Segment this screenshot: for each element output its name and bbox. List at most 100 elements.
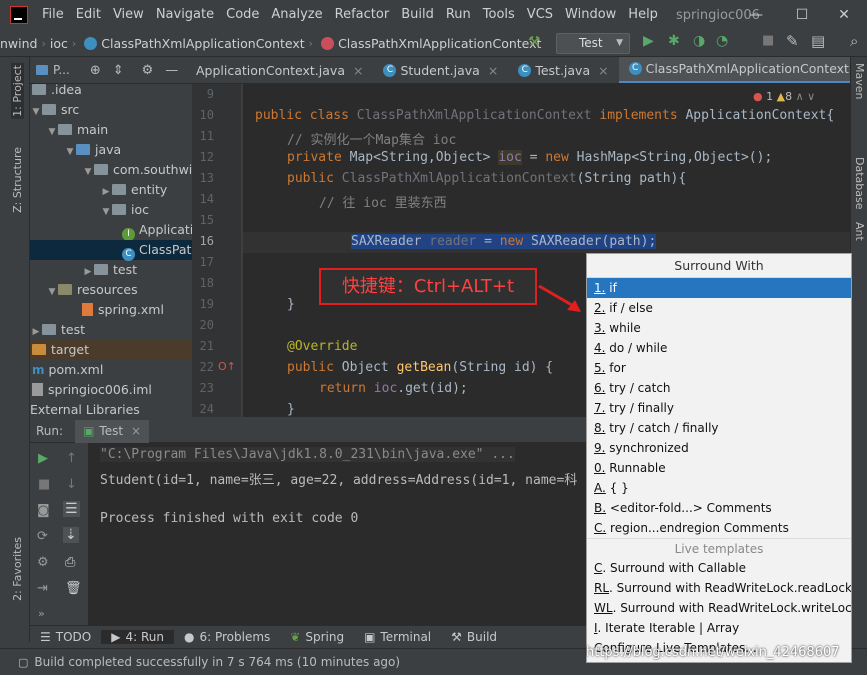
- chevron-down-icon[interactable]: ▼: [82, 162, 94, 182]
- surround-option-try-catch-finally[interactable]: 8. try / catch / finally: [587, 418, 851, 438]
- menu-file[interactable]: File: [36, 0, 70, 30]
- surround-option-while[interactable]: 3. while: [587, 318, 851, 338]
- breadcrumb-ioc[interactable]: ioc: [50, 36, 68, 51]
- run-config-dropdown[interactable]: Test ▼: [556, 33, 630, 54]
- folder-structure-icon[interactable]: ▤: [811, 32, 825, 50]
- menu-build[interactable]: Build: [395, 0, 440, 30]
- tree-item-resources[interactable]: ▼ resources: [30, 280, 192, 300]
- tree-item-main[interactable]: ▼ main: [30, 120, 192, 140]
- trash-icon[interactable]: 🗑: [65, 581, 82, 596]
- chevron-down-icon[interactable]: ▼: [100, 202, 112, 222]
- project-tool-button[interactable]: 1: Project: [11, 63, 24, 119]
- coverage-icon[interactable]: ◑: [693, 33, 705, 49]
- tree-item-external-libraries[interactable]: External Libraries: [30, 400, 192, 417]
- tree-item-target[interactable]: ▶target: [30, 340, 192, 360]
- maven-tool-button[interactable]: Maven: [853, 63, 866, 99]
- chevron-right-icon[interactable]: ▶: [82, 262, 94, 282]
- menu-help[interactable]: Help: [622, 0, 664, 30]
- chevron-down-icon[interactable]: ▼: [30, 102, 42, 122]
- menu-vcs[interactable]: VCS: [521, 0, 559, 30]
- menu-analyze[interactable]: Analyze: [265, 0, 328, 30]
- run-icon[interactable]: ▶: [643, 33, 654, 49]
- breadcrumb-class[interactable]: ClassPathXmlApplicationContext: [80, 36, 305, 51]
- tree-item-java[interactable]: ▼ java: [30, 140, 192, 160]
- chevron-down-icon[interactable]: ▼: [46, 282, 58, 302]
- chevron-down-icon[interactable]: ▼: [46, 122, 58, 142]
- tool-tab-problems[interactable]: ● 6: Problems: [174, 630, 280, 644]
- intellij-app-icon[interactable]: [10, 6, 28, 24]
- surround-option-synchronized[interactable]: 9. synchronized: [587, 438, 851, 458]
- structure-tool-button[interactable]: Z: Structure: [11, 147, 24, 213]
- ant-tool-button[interactable]: Ant: [853, 222, 866, 241]
- menu-code[interactable]: Code: [220, 0, 265, 30]
- scroll-down-icon[interactable]: ↓: [66, 477, 77, 492]
- stop-icon[interactable]: ■: [38, 477, 50, 492]
- tree-item-application-context[interactable]: I Applicati: [30, 220, 192, 241]
- live-template-iterate[interactable]: I. Iterate Iterable | Array: [587, 618, 851, 638]
- chevron-down-icon[interactable]: ▼: [64, 142, 76, 162]
- tree-item-idea[interactable]: .idea: [30, 80, 192, 100]
- favorites-tool-button[interactable]: 2: Favorites: [11, 537, 24, 601]
- close-icon[interactable]: ×: [598, 63, 608, 78]
- run-tab-test[interactable]: ▣ Test ×: [75, 419, 150, 443]
- debug-icon[interactable]: ✱: [668, 33, 680, 49]
- project-view-dropdown[interactable]: P...: [53, 63, 70, 77]
- hide-icon[interactable]: —: [165, 63, 178, 78]
- tree-item-spring-xml[interactable]: spring.xml: [30, 300, 192, 320]
- maximize-icon[interactable]: ☐: [779, 0, 825, 30]
- surround-option-braces[interactable]: A. { }: [587, 478, 851, 498]
- tree-item-com-southwind[interactable]: ▼com.southwind: [30, 160, 192, 180]
- surround-option-try-catch[interactable]: 6. try / catch: [587, 378, 851, 398]
- close-icon[interactable]: ×: [488, 63, 498, 78]
- menu-window[interactable]: Window: [559, 0, 622, 30]
- menu-navigate[interactable]: Navigate: [150, 0, 220, 30]
- tree-item-src[interactable]: ▼ src: [30, 100, 192, 120]
- live-template-readlock[interactable]: RL. Surround with ReadWriteLock.readLock: [587, 578, 851, 598]
- live-template-callable[interactable]: C. Surround with Callable: [587, 558, 851, 578]
- surround-option-runnable[interactable]: 0. Runnable: [587, 458, 851, 478]
- tool-tab-build[interactable]: ⚒ Build: [441, 630, 507, 644]
- menu-view[interactable]: View: [107, 0, 150, 30]
- live-template-writelock[interactable]: WL. Surround with ReadWriteLock.writeLoc…: [587, 598, 851, 618]
- tool-tab-todo[interactable]: ☰ TODO: [30, 630, 101, 644]
- scroll-to-end-icon[interactable]: ⇣: [63, 527, 79, 543]
- tree-item-iml[interactable]: springioc006.iml: [30, 380, 192, 400]
- more-icon[interactable]: »: [38, 607, 45, 620]
- surround-option-try-finally[interactable]: 7. try / finally: [587, 398, 851, 418]
- tree-item-test[interactable]: ▶ test: [30, 320, 192, 340]
- close-icon[interactable]: ✕: [821, 0, 867, 30]
- minimize-icon[interactable]: —: [733, 0, 779, 30]
- tab-classpath-context[interactable]: CClassPathXmlApplicationContext.java×: [618, 57, 850, 83]
- close-icon[interactable]: ×: [353, 63, 363, 78]
- tab-test[interactable]: C Test.java ×: [508, 57, 618, 83]
- settings-icon[interactable]: ⚙: [37, 555, 49, 570]
- menu-run[interactable]: Run: [440, 0, 477, 30]
- soft-wrap-icon[interactable]: ☰: [63, 501, 80, 517]
- tree-item-test-pkg[interactable]: ▶ test: [30, 260, 192, 280]
- breadcrumb-package[interactable]: nwind: [0, 36, 37, 51]
- scroll-up-icon[interactable]: ↑: [66, 451, 77, 466]
- tree-item-classpath-context[interactable]: CClassPath: [30, 240, 192, 261]
- tree-item-ioc[interactable]: ▼ ioc: [30, 200, 192, 220]
- gear-icon[interactable]: ⚙: [142, 63, 154, 78]
- restore-layout-icon[interactable]: ⟳: [37, 529, 48, 544]
- close-icon[interactable]: ×: [131, 424, 141, 438]
- chevron-right-icon[interactable]: ▶: [30, 322, 42, 342]
- tool-tab-terminal[interactable]: ▣ Terminal: [354, 630, 441, 644]
- breadcrumb-method[interactable]: ClassPathXmlApplicationContext: [317, 36, 541, 51]
- surround-option-if[interactable]: 1. if: [587, 278, 851, 298]
- stop-icon[interactable]: ■: [762, 33, 774, 48]
- search-icon[interactable]: ⌕: [850, 32, 858, 50]
- print-icon[interactable]: ⎙: [65, 555, 75, 570]
- surround-option-do-while[interactable]: 4. do / while: [587, 338, 851, 358]
- menu-tools[interactable]: Tools: [477, 0, 521, 30]
- override-marker-icon[interactable]: O↑: [218, 360, 236, 373]
- menu-refactor[interactable]: Refactor: [329, 0, 396, 30]
- wrench-icon[interactable]: ✎: [786, 32, 799, 50]
- surround-option-if-else[interactable]: 2. if / else: [587, 298, 851, 318]
- inspection-widget[interactable]: ● 1 ▲8 ∧ ∨: [753, 90, 815, 103]
- rerun-icon[interactable]: ▶: [38, 451, 48, 466]
- surround-option-region[interactable]: C. region...endregion Comments: [587, 518, 851, 538]
- database-tool-button[interactable]: Database: [853, 157, 866, 210]
- tab-application-context[interactable]: ApplicationContext.java ×: [192, 57, 373, 83]
